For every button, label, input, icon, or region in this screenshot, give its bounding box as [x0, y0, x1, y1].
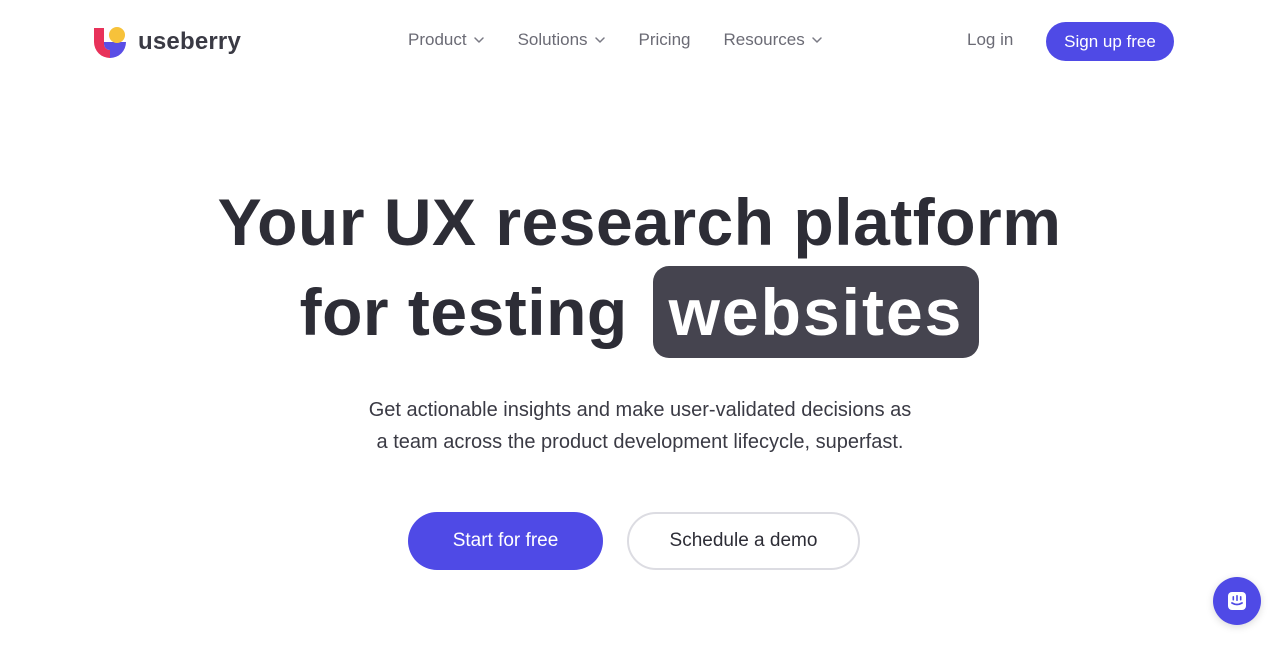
- signup-button[interactable]: Sign up free: [1046, 22, 1174, 61]
- logo-link[interactable]: useberry: [94, 26, 241, 58]
- nav-item-solutions[interactable]: Solutions: [518, 30, 606, 50]
- hero-title-highlight: websites: [652, 266, 980, 358]
- brand-name: useberry: [138, 28, 241, 55]
- hero-subtitle-line-1: Get actionable insights and make user-va…: [368, 399, 912, 421]
- chevron-down-icon: [473, 37, 484, 43]
- schedule-demo-button[interactable]: Schedule a demo: [627, 512, 860, 570]
- nav-item-product[interactable]: Product: [408, 30, 485, 50]
- main-nav: Product Solutions Pricing Resources: [408, 30, 823, 50]
- hero-title-line-2: for testing websites: [0, 266, 1279, 358]
- cta-row: Start for free Schedule a demo: [408, 512, 860, 570]
- nav-item-pricing[interactable]: Pricing: [639, 30, 691, 50]
- page: useberry Product Solutions Pricing Resou…: [0, 0, 1279, 646]
- chevron-down-icon: [812, 37, 822, 43]
- chat-icon: [1228, 592, 1246, 610]
- hero-subtitle: Get actionable insights and make user-va…: [340, 394, 940, 458]
- nav-item-label: Pricing: [638, 30, 691, 49]
- hero-title-line-1: Your UX research platform: [217, 185, 1062, 259]
- nav-item-resources[interactable]: Resources: [724, 30, 823, 50]
- chat-launcher-button[interactable]: [1213, 577, 1261, 625]
- login-link[interactable]: Log in: [967, 30, 1013, 50]
- hero-title-prefix: for testing: [299, 275, 628, 349]
- nav-item-label: Solutions: [517, 30, 588, 49]
- site-header: useberry Product Solutions Pricing Resou…: [0, 0, 1279, 84]
- start-free-button[interactable]: Start for free: [408, 512, 603, 570]
- useberry-logo-icon: [94, 27, 126, 58]
- chevron-down-icon: [594, 37, 605, 43]
- nav-item-label: Product: [408, 30, 467, 49]
- hero-subtitle-line-2: a team across the product development li…: [376, 431, 904, 453]
- hero-title: Your UX research platform for testing we…: [0, 178, 1279, 358]
- nav-item-label: Resources: [723, 30, 805, 49]
